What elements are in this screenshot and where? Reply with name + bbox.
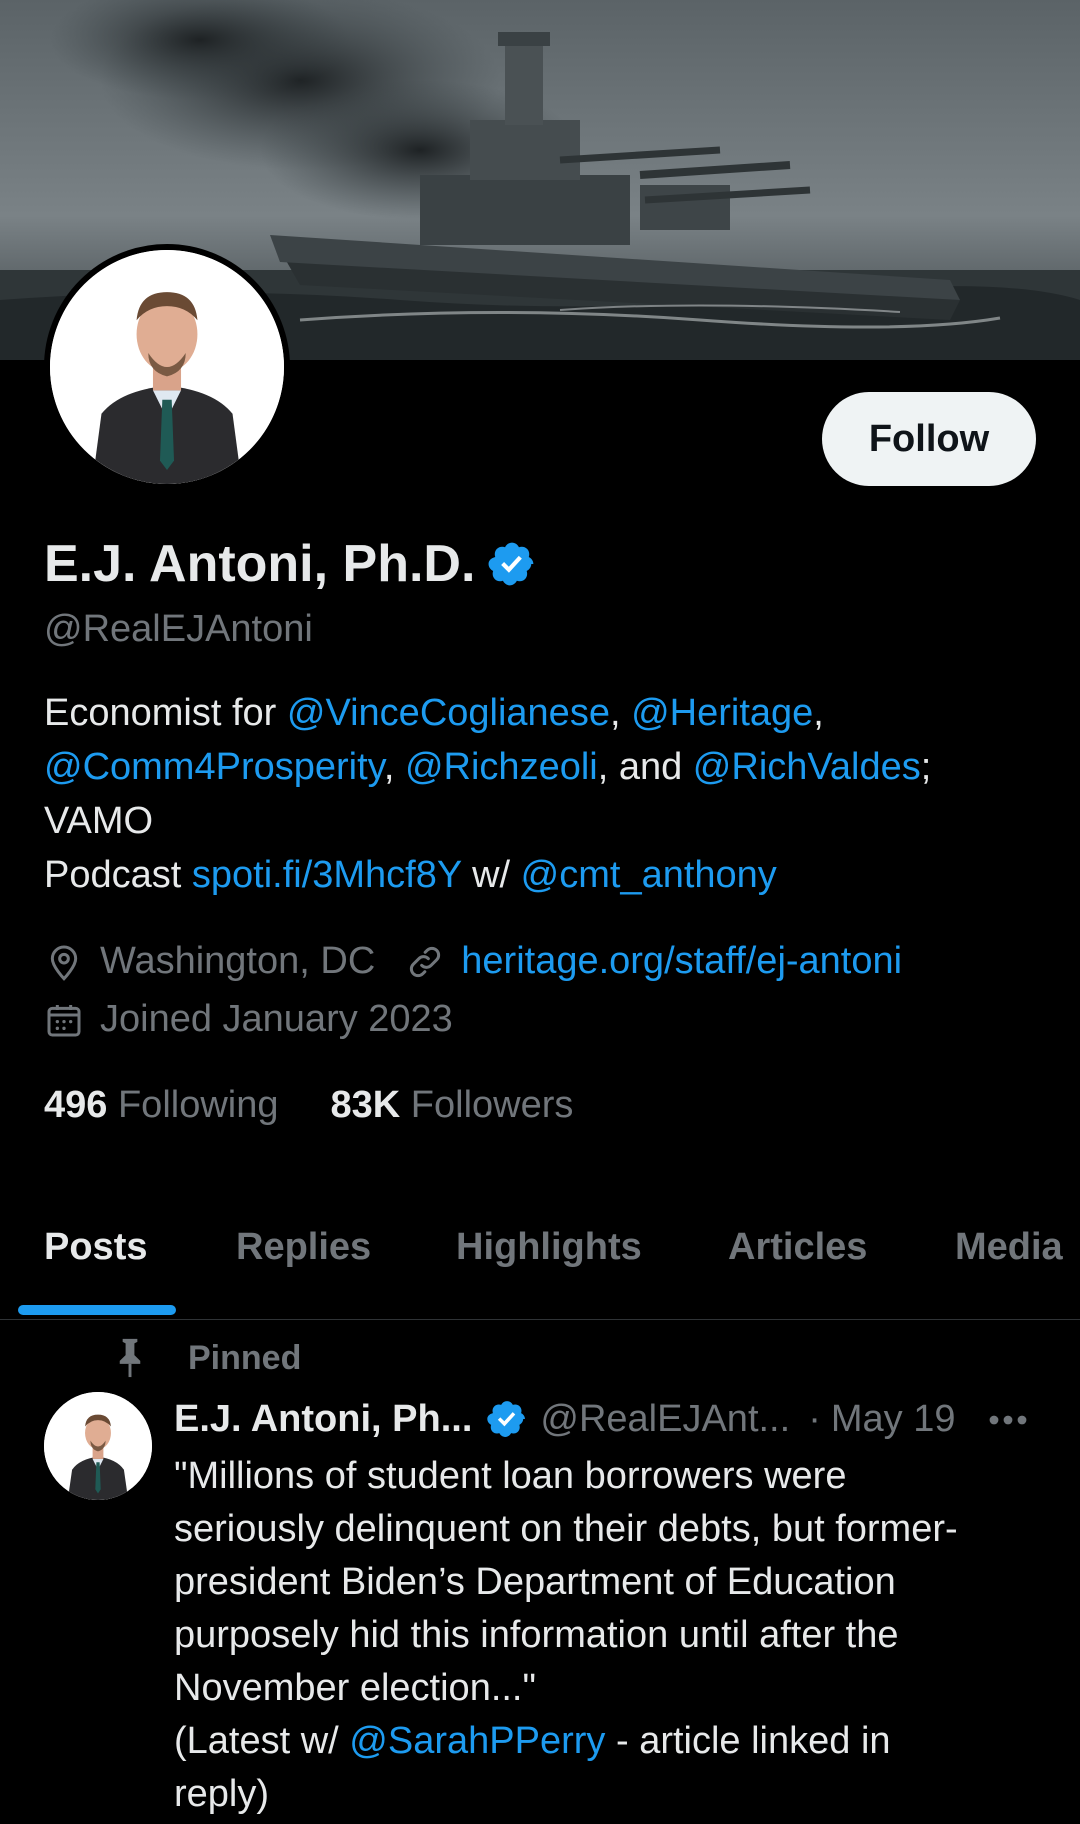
- bio-text: Podcast: [44, 854, 192, 896]
- bio-line-3: VAMO: [44, 800, 154, 842]
- following-label: Following: [117, 1084, 279, 1126]
- profile-stats: 496 Following 83K Followers: [44, 1084, 573, 1127]
- profile-avatar[interactable]: [44, 244, 290, 490]
- bio-text: Economist for: [44, 692, 287, 734]
- tab-media[interactable]: Media: [955, 1226, 1063, 1269]
- post-author-name[interactable]: E.J. Antoni, Ph...: [174, 1398, 472, 1441]
- profile-website-link[interactable]: heritage.org/staff/ej-antoni: [461, 940, 902, 983]
- profile-name: E.J. Antoni, Ph.D.: [44, 535, 476, 593]
- bio-text: ;: [920, 746, 932, 788]
- profile-bio: Economist for @VinceCoglianese, @Heritag…: [44, 686, 1044, 902]
- post-line: reply): [174, 1773, 270, 1815]
- followers-stat[interactable]: 83K Followers: [331, 1084, 574, 1127]
- bio-text: , and: [597, 746, 693, 788]
- location-pin-icon: [50, 945, 78, 981]
- mention-link[interactable]: @RichValdes: [693, 746, 921, 788]
- bio-text: ,: [609, 692, 632, 734]
- post-line: "Millions of student loan borrowers were: [174, 1455, 847, 1497]
- calendar-icon: [47, 1004, 81, 1036]
- bio-line-1: Economist for @VinceCoglianese, @Heritag…: [44, 686, 1044, 740]
- bio-line-2: @Comm4Prosperity, @Richzeoli, and @RichV…: [44, 740, 1044, 794]
- post-line: November election...": [174, 1667, 536, 1709]
- profile-location: Washington, DC: [100, 940, 376, 982]
- mention-link[interactable]: @VinceCoglianese: [287, 692, 610, 734]
- post-line: president Biden’s Department of Educatio…: [174, 1561, 896, 1603]
- mention-link[interactable]: @Heritage: [631, 692, 813, 734]
- post-body[interactable]: "Millions of student loan borrowers were…: [174, 1450, 1054, 1821]
- mention-link[interactable]: @cmt_anthony: [521, 854, 777, 896]
- profile-name-row: E.J. Antoni, Ph.D.: [44, 534, 537, 594]
- post-line: (Latest w/ @SarahPPerry - article linked…: [174, 1715, 1054, 1768]
- post-text: - article linked in: [605, 1720, 891, 1762]
- profile-handle: @RealEJAntoni: [44, 608, 313, 650]
- separator-dot: ·: [808, 1397, 821, 1440]
- pinned-indicator: Pinned: [112, 1336, 301, 1380]
- tab-articles[interactable]: Articles: [728, 1226, 867, 1269]
- followers-label: Followers: [410, 1084, 574, 1126]
- mention-link[interactable]: @Comm4Prosperity: [44, 746, 384, 788]
- bio-text: ,: [383, 746, 405, 788]
- profile-joined-date: Joined January 2023: [100, 998, 453, 1040]
- post-date[interactable]: May 19: [831, 1398, 956, 1441]
- post-author-handle[interactable]: @RealEJAnt...: [540, 1398, 790, 1441]
- verified-badge-icon[interactable]: [487, 539, 537, 589]
- tab-highlights[interactable]: Highlights: [456, 1226, 642, 1269]
- verified-badge-icon: [487, 1401, 526, 1437]
- link-icon: [410, 946, 441, 977]
- following-stat[interactable]: 496 Following: [44, 1084, 279, 1127]
- active-tab-indicator: [18, 1305, 176, 1315]
- followers-count: 83K: [330, 1084, 401, 1126]
- profile-meta-row-1: Washington, DC heritage.org/staff/ej-ant…: [44, 940, 902, 983]
- following-count: 496: [44, 1084, 108, 1126]
- pinned-label: Pinned: [188, 1338, 302, 1377]
- pin-icon: [119, 1338, 141, 1378]
- post-text: (Latest w/: [174, 1720, 350, 1762]
- bio-line-4: Podcast spoti.fi/3Mhcf8Y w/ @cmt_anthony: [44, 848, 1044, 902]
- post-line: purposely hid this information until aft…: [174, 1614, 899, 1656]
- bio-text: w/: [461, 854, 521, 896]
- post-line: seriously delinquent on their debts, but…: [174, 1508, 958, 1550]
- tab-posts[interactable]: Posts: [44, 1226, 147, 1269]
- avatar-photo: [50, 250, 284, 484]
- tab-replies[interactable]: Replies: [236, 1226, 371, 1269]
- post-header: E.J. Antoni, Ph... @RealEJAnt... · May 1…: [174, 1392, 955, 1446]
- podcast-link[interactable]: spoti.fi/3Mhcf8Y: [192, 854, 462, 896]
- post-author-avatar[interactable]: [44, 1392, 152, 1500]
- profile-page: Follow E.J. Antoni, Ph.D. @RealEJAntoni …: [0, 0, 1080, 1824]
- follow-button[interactable]: Follow: [822, 392, 1036, 486]
- post-avatar-photo: [44, 1392, 152, 1500]
- bio-text: ,: [813, 692, 824, 734]
- profile-tabs: Posts Replies Highlights Articles Media: [0, 1210, 1080, 1320]
- mention-link[interactable]: @Richzeoli: [405, 746, 598, 788]
- profile-meta-row-2: Joined January 2023: [44, 998, 453, 1041]
- mention-link[interactable]: @SarahPPerry: [349, 1720, 605, 1762]
- more-dots-icon[interactable]: [984, 1400, 1032, 1440]
